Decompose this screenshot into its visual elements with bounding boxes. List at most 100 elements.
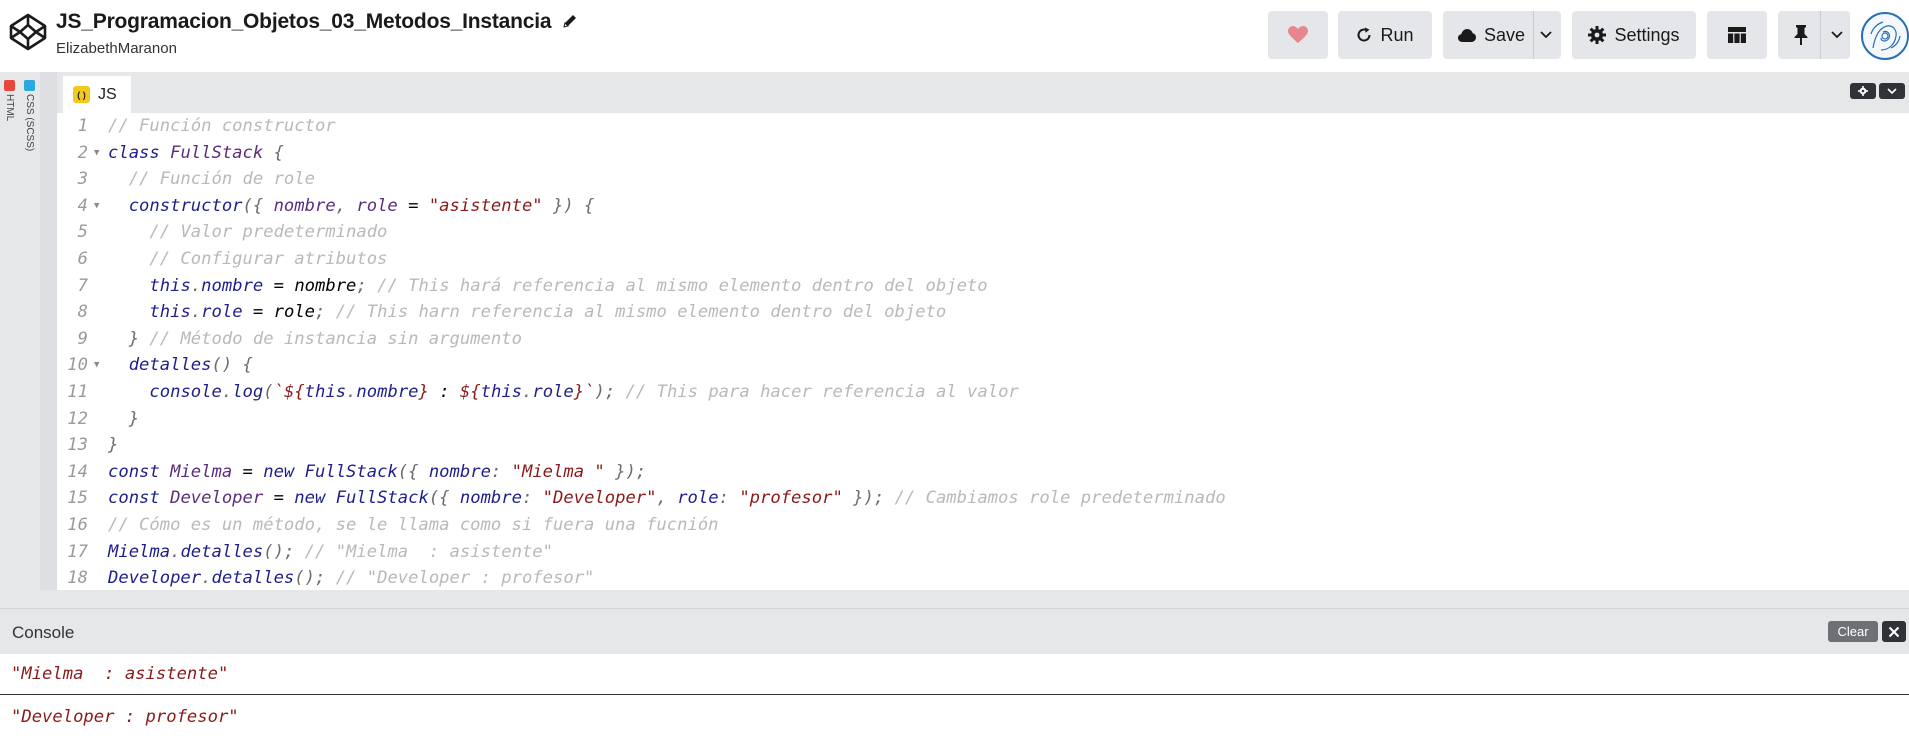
code-token: { — [263, 142, 284, 163]
code-token: : — [521, 488, 543, 509]
css-panel-tab[interactable]: CSS (SCSS) — [22, 80, 38, 170]
run-button[interactable]: Run — [1338, 11, 1432, 59]
heart-icon — [1288, 26, 1308, 43]
editor-tools — [1850, 83, 1905, 99]
code-token: . — [201, 568, 212, 589]
code-line[interactable]: 9 } // Método de instancia sin argumento — [57, 326, 1909, 353]
editor-settings-button[interactable] — [1850, 83, 1876, 99]
js-code-editor[interactable]: 1 // Función constructor 2 ▼ class FullStack… — [57, 113, 1909, 590]
pen-author[interactable]: ElizabethMaranon — [56, 40, 578, 57]
code-text: const Developer = new FullStack({ nombre… — [108, 485, 1226, 512]
user-avatar[interactable] — [1861, 12, 1909, 60]
code-line[interactable]: 1 // Función constructor — [57, 113, 1909, 140]
code-line[interactable]: 16 // Cómo es un método, se le llama como… — [57, 512, 1909, 539]
code-token: } — [418, 382, 429, 402]
code-line[interactable]: 8 this.role = role; // This harn referen… — [57, 299, 1909, 326]
code-line[interactable]: 15 const Developer = new FullStack({ nomb… — [57, 485, 1909, 512]
code-line[interactable]: 6 // Configurar atributos — [57, 246, 1909, 273]
code-line[interactable]: 18 Developer.detalles(); // "Developer : … — [57, 565, 1909, 590]
line-number: 12 — [67, 408, 88, 429]
html-panel-label: HTML — [4, 94, 15, 122]
panel-resizer[interactable] — [40, 72, 57, 590]
close-console-button[interactable] — [1882, 621, 1906, 642]
code-line[interactable]: 10 ▼ detalles() { — [57, 352, 1909, 379]
code-line[interactable]: 14 const Mielma = new FullStack({ nombre:… — [57, 459, 1909, 486]
code-token: ${ — [459, 382, 481, 402]
code-text: } — [108, 406, 139, 433]
code-token: ({ — [397, 461, 429, 482]
code-token: ({ — [428, 488, 460, 509]
code-token: } — [108, 328, 150, 349]
code-text: this.role = role; // This harn referenci… — [108, 299, 946, 326]
code-token: : — [428, 382, 460, 402]
editor-collapse-button[interactable] — [1879, 83, 1905, 99]
codepen-logo-icon[interactable] — [8, 12, 48, 52]
save-button[interactable]: Save — [1443, 11, 1561, 59]
settings-button[interactable]: Settings — [1572, 11, 1696, 59]
code-line[interactable]: 4 ▼ constructor({ nombre, role = "asisten… — [57, 193, 1909, 220]
pin-button[interactable] — [1778, 11, 1850, 59]
code-token: ); — [594, 382, 626, 402]
code-text: } // Método de instancia sin argumento — [108, 326, 522, 353]
tab-js[interactable]: ( ) JS — [63, 76, 131, 113]
fold-toggle-icon[interactable]: ▼ — [94, 352, 99, 379]
code-token: = — [397, 195, 429, 216]
code-token: role — [532, 382, 574, 402]
code-token: // Configurar atributos — [108, 249, 388, 269]
chevron-down-icon[interactable] — [1830, 27, 1844, 41]
save-divider — [1533, 11, 1534, 59]
code-token: nombre — [201, 275, 264, 296]
close-icon — [1888, 626, 1900, 637]
code-token: this — [149, 275, 191, 296]
code-text: // Cómo es un método, se le llama como s… — [108, 512, 719, 539]
fold-toggle-icon[interactable]: ▼ — [94, 193, 99, 220]
line-number: 4 — [77, 195, 88, 216]
code-token: new — [294, 488, 336, 509]
code-line[interactable]: 2 ▼ class FullStack { — [57, 140, 1909, 167]
code-token: role — [356, 195, 398, 216]
code-token: detalles — [211, 568, 295, 589]
console-log-line: "Developer : profesor" — [11, 707, 239, 727]
code-line[interactable]: 5 // Valor predeterminado — [57, 219, 1909, 246]
line-number: 9 — [77, 328, 88, 349]
code-token: Developer — [170, 488, 264, 509]
html-panel-tab[interactable]: HTML — [2, 80, 18, 170]
save-label: Save — [1484, 24, 1526, 45]
code-token: new — [263, 461, 305, 482]
code-token: "asistente" — [428, 195, 543, 216]
run-label: Run — [1380, 24, 1414, 45]
clear-console-button[interactable]: Clear — [1828, 621, 1878, 642]
pen-title[interactable]: JS_Programacion_Objetos_03_Metodos_Insta… — [56, 10, 552, 34]
code-line[interactable]: 11 console.log(`${this.nombre} : ${this.… — [57, 379, 1909, 406]
code-token: . — [190, 302, 202, 323]
love-button[interactable] — [1268, 11, 1328, 59]
fold-toggle-icon[interactable]: ▼ — [94, 140, 99, 167]
code-token: role — [201, 302, 243, 323]
code-line[interactable]: 7 this.nombre = nombre; // This hará ref… — [57, 273, 1909, 300]
code-token: }); — [604, 461, 647, 482]
settings-label: Settings — [1614, 24, 1680, 45]
console-resize-bar[interactable] — [0, 590, 1909, 608]
code-text: console.log(`${this.nombre} : ${this.rol… — [108, 379, 1018, 406]
code-token: nombre — [459, 488, 522, 509]
line-number: 7 — [77, 275, 88, 296]
pen-title-block: JS_Programacion_Objetos_03_Metodos_Insta… — [56, 10, 578, 57]
code-token: FullStack — [170, 142, 264, 163]
code-token: }) { — [542, 195, 595, 216]
code-token: this — [480, 382, 523, 402]
code-token: "Developer" — [542, 488, 657, 509]
code-line[interactable]: 13} — [57, 432, 1909, 459]
code-token: detalles — [128, 355, 212, 376]
code-token: detalles — [180, 541, 264, 562]
code-line[interactable]: 17 Mielma.detalles(); // "Mielma : asiste… — [57, 539, 1909, 566]
change-view-button[interactable] — [1707, 11, 1767, 59]
code-line[interactable]: 3 // Función de role — [57, 166, 1909, 193]
pencil-icon[interactable] — [562, 13, 578, 29]
code-token: . — [190, 275, 202, 296]
code-text: this.nombre = nombre; // This hará refer… — [108, 273, 987, 300]
code-token: // "Mielma : asistente" — [304, 541, 554, 562]
code-line[interactable]: 12 } — [57, 406, 1909, 433]
chevron-down-icon[interactable] — [1539, 27, 1553, 41]
code-text: Developer.detalles(); // "Developer : pr… — [108, 565, 594, 590]
